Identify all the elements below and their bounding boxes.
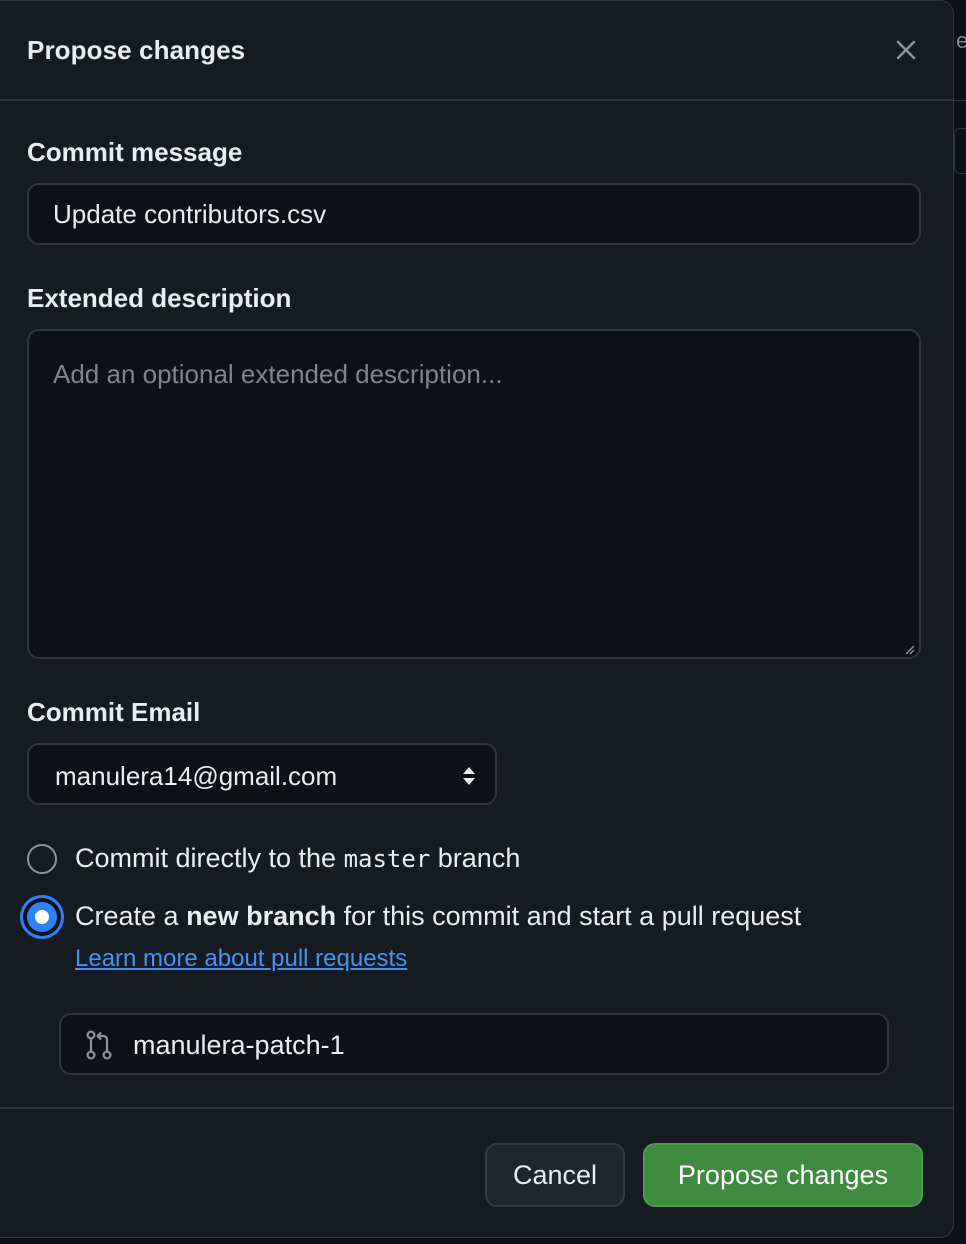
resize-grip-icon[interactable] — [903, 643, 915, 655]
commit-directly-radio[interactable] — [27, 843, 57, 874]
background-peek-text: e — [956, 28, 966, 53]
close-button[interactable] — [887, 31, 925, 69]
new-branch-name-input[interactable] — [131, 1015, 875, 1075]
background-divider — [954, 100, 966, 101]
commit-directly-label: Commit directly to the master branch — [75, 843, 521, 873]
git-pull-request-icon — [86, 1030, 112, 1060]
dialog-header: Propose changes — [0, 1, 953, 101]
dialog-footer: Cancel Propose changes — [0, 1107, 953, 1237]
learn-more-pull-requests-link[interactable]: Learn more about pull requests — [75, 945, 407, 973]
new-branch-name-field — [59, 1013, 889, 1075]
extended-description-textarea[interactable] — [27, 329, 921, 659]
new-branch-option[interactable]: Create a new branch for this commit and … — [27, 901, 801, 932]
new-branch-radio[interactable] — [27, 901, 57, 932]
commit-email-value: manulera14@gmail.com — [55, 761, 338, 791]
propose-changes-button[interactable]: Propose changes — [643, 1143, 923, 1207]
commit-email-select[interactable]: manulera14@gmail.com — [27, 743, 497, 805]
dialog-title: Propose changes — [27, 35, 246, 65]
commit-directly-option[interactable]: Commit directly to the master branch — [27, 843, 520, 874]
commit-email-label: Commit Email — [27, 697, 201, 727]
propose-changes-dialog: Propose changes Commit message Extended … — [0, 0, 954, 1238]
new-branch-label: Create a new branch for this commit and … — [75, 901, 802, 931]
background-panel-edge — [954, 128, 966, 174]
commit-message-label: Commit message — [27, 137, 243, 167]
commit-message-input[interactable] — [27, 183, 921, 245]
extended-description-label: Extended description — [27, 283, 292, 313]
branch-name-code: master — [343, 845, 431, 873]
select-arrows-icon — [463, 767, 475, 785]
close-icon — [896, 40, 916, 60]
cancel-button[interactable]: Cancel — [485, 1143, 625, 1207]
